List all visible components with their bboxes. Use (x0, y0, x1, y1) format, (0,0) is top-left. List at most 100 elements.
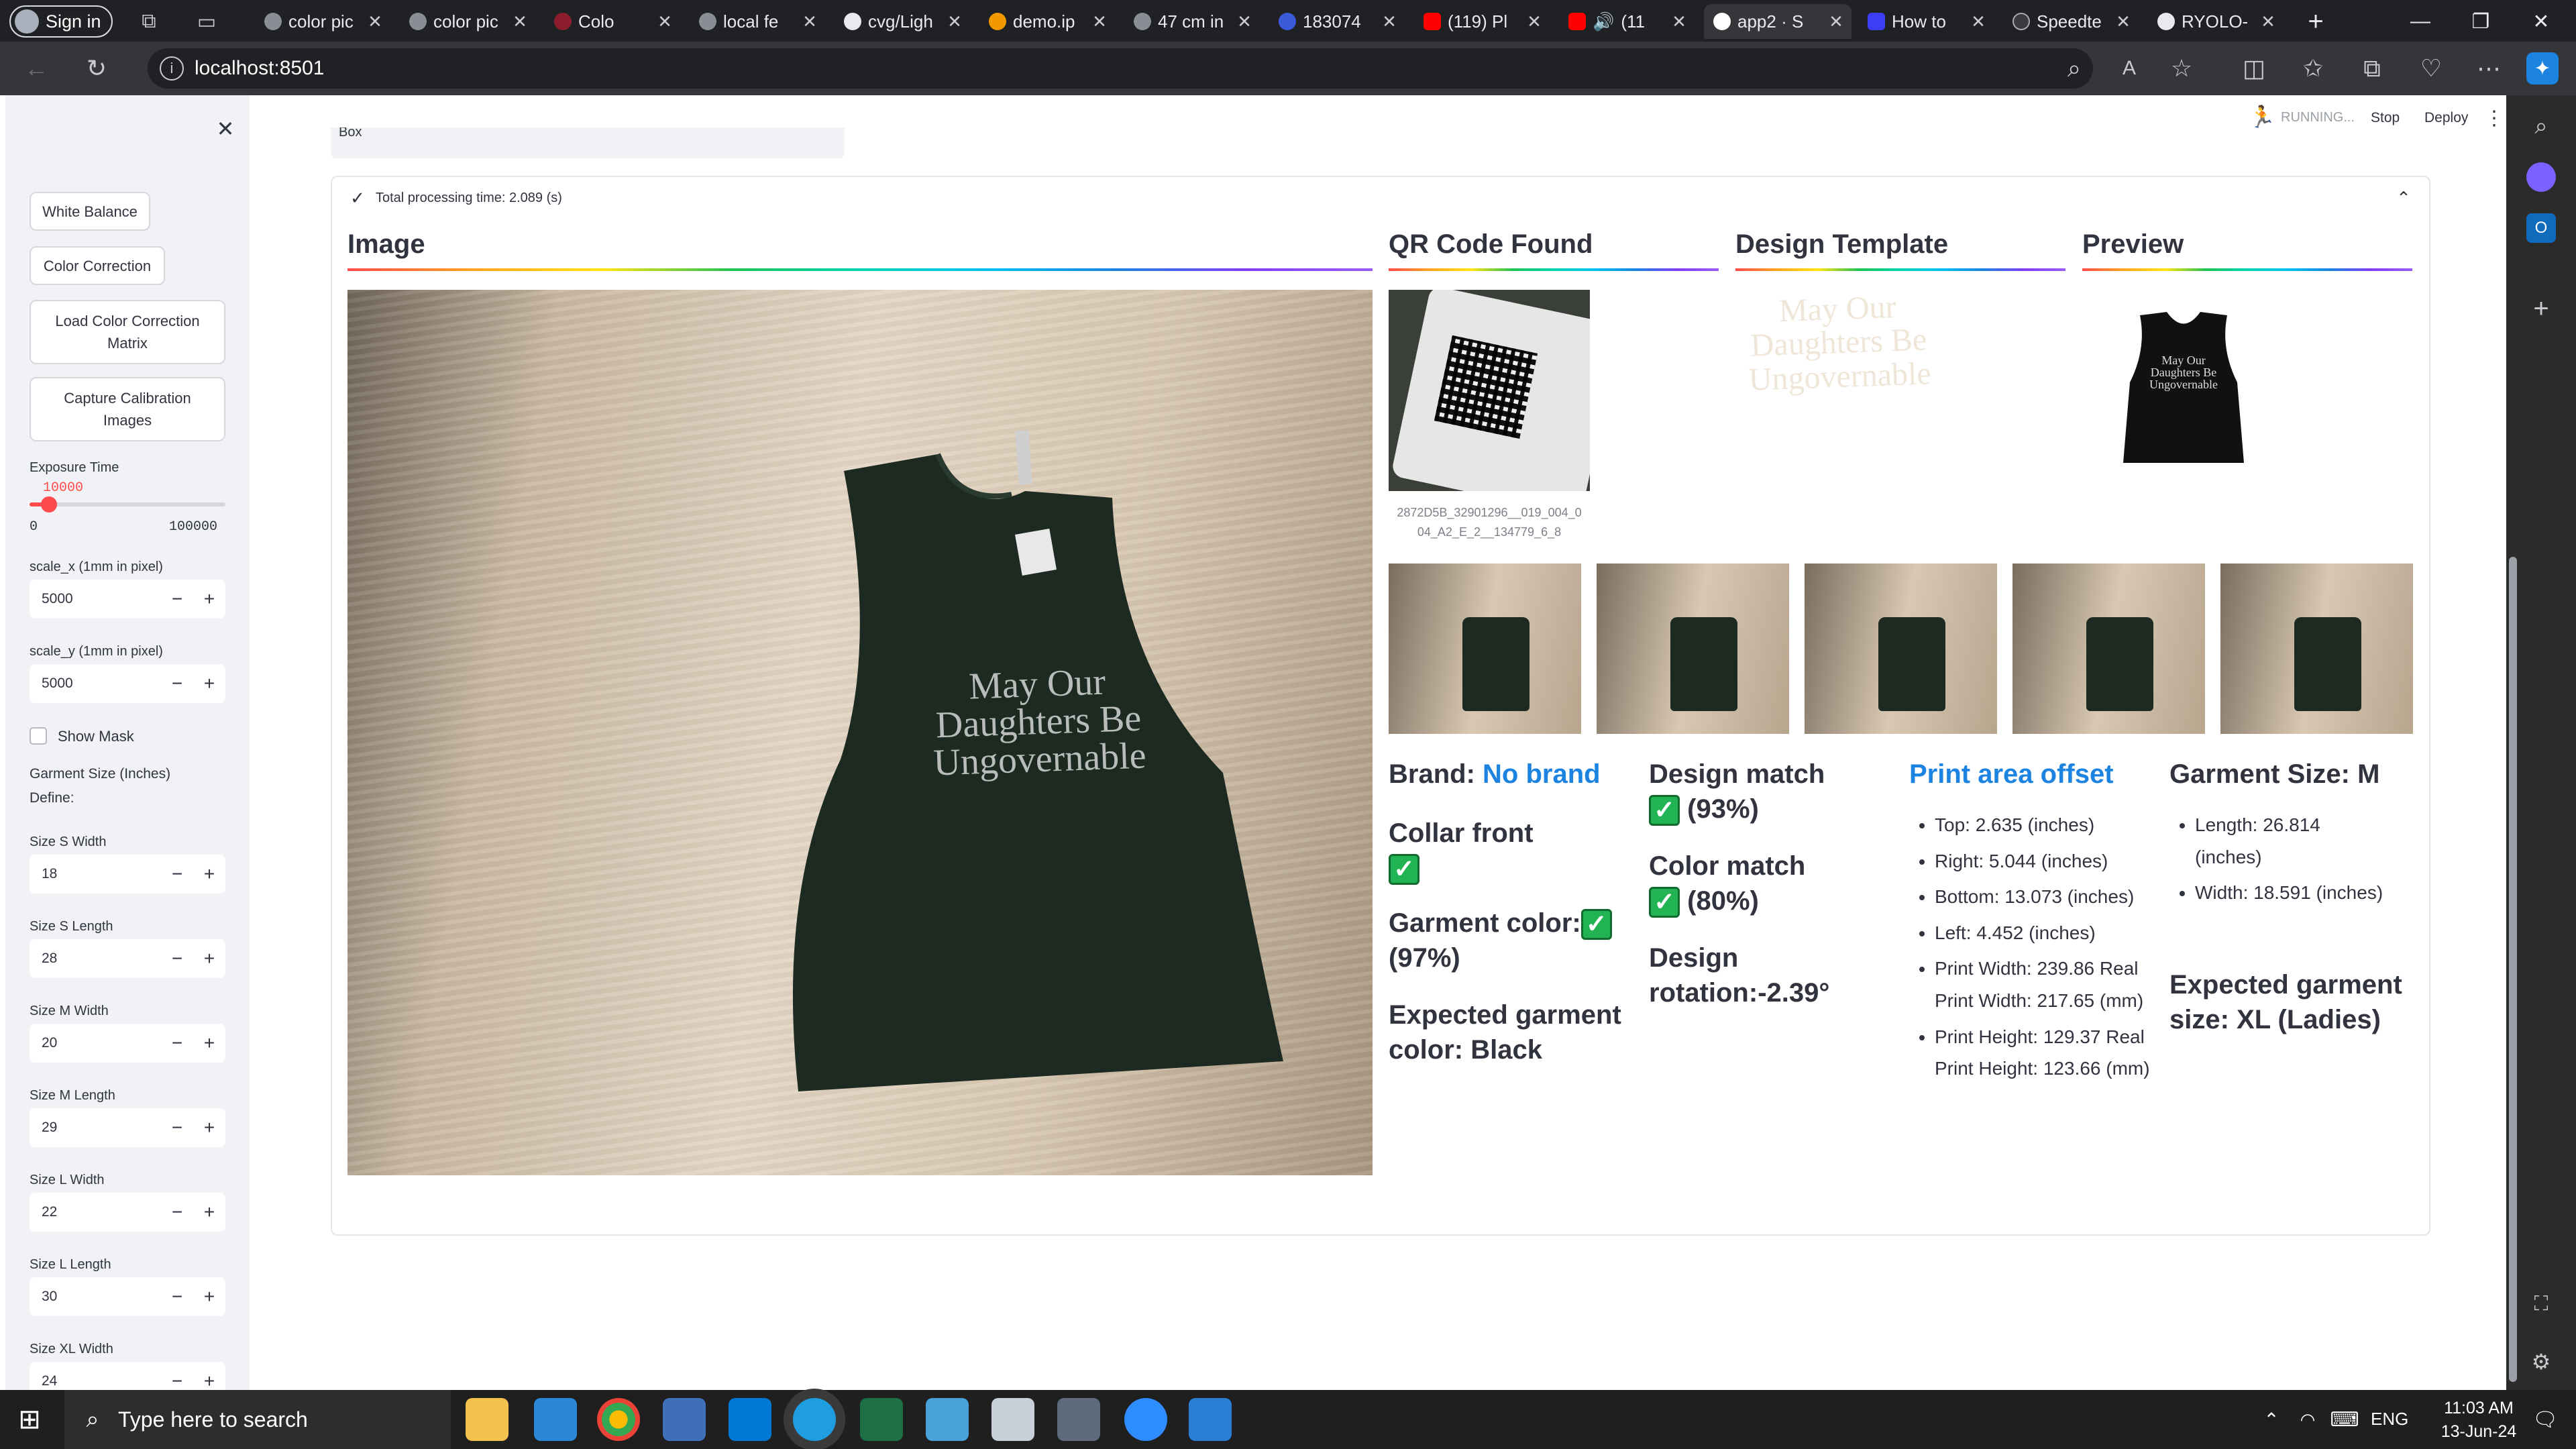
minimize-icon[interactable]: — (2406, 7, 2435, 36)
tab-close-icon[interactable]: ✕ (1236, 11, 1253, 32)
clock[interactable]: 11:03 AM 13-Jun-24 (2435, 1397, 2522, 1444)
increment-icon[interactable]: + (193, 863, 225, 885)
top-input-remnant[interactable]: Box (331, 127, 845, 158)
tab-10[interactable]: 🔊 (11 ✕ (1559, 4, 1695, 39)
screenshot-icon[interactable]: ⛶ (2526, 1289, 2556, 1319)
tab-close-icon[interactable]: ✕ (801, 11, 818, 32)
tab-actions-icon[interactable]: ▭ (192, 7, 221, 36)
tab-2[interactable]: color pic ✕ (400, 4, 535, 39)
copilot-icon[interactable]: ✦ (2526, 52, 2559, 85)
windows-start-icon[interactable]: ⊞ (12, 1402, 47, 1437)
tab-close-icon[interactable]: ✕ (946, 11, 963, 32)
decrement-icon[interactable]: − (161, 1286, 193, 1307)
increment-icon[interactable]: + (193, 1032, 225, 1054)
size-s-width-input[interactable]: 18− + (30, 855, 225, 894)
calculator-icon[interactable] (1057, 1398, 1100, 1441)
audio-playing-icon[interactable]: 🔊 (1593, 11, 1614, 32)
wifi-icon[interactable]: ◠ (2293, 1405, 2322, 1434)
scale-y-input[interactable]: 5000− + (30, 664, 225, 703)
more-menu-icon[interactable]: ⋯ (2473, 52, 2505, 85)
favorite-star-icon[interactable]: ☆ (2165, 52, 2198, 85)
notifications-icon[interactable]: 🗨 (2529, 1405, 2561, 1434)
tab-7[interactable]: 47 cm in ✕ (1124, 4, 1260, 39)
size-m-length-input[interactable]: 29− + (30, 1108, 225, 1147)
white-balance-button[interactable]: White Balance (30, 192, 150, 231)
site-info-icon[interactable]: i (160, 56, 184, 80)
close-window-icon[interactable]: ✕ (2526, 7, 2556, 36)
split-screen-icon[interactable]: ◫ (2238, 52, 2270, 85)
tab-12[interactable]: How to ✕ (1858, 4, 1994, 39)
keyboard-icon[interactable]: ⌨ (2328, 1405, 2361, 1434)
processing-time-status[interactable]: Total processing time: 2.089 (s) (376, 191, 562, 206)
excel-icon[interactable] (860, 1398, 903, 1441)
size-m-length-value[interactable]: 29 (30, 1120, 161, 1136)
paint-icon[interactable] (1189, 1398, 1232, 1441)
increment-icon[interactable]: + (193, 948, 225, 969)
tab-6[interactable]: demo.ip ✕ (979, 4, 1115, 39)
app-icon[interactable] (663, 1398, 706, 1441)
tab-close-icon[interactable]: ✕ (1381, 11, 1398, 32)
tab-close-icon[interactable]: ✕ (1970, 11, 1987, 32)
decrement-icon[interactable]: − (161, 1032, 193, 1054)
tab-close-icon[interactable]: ✕ (656, 11, 674, 32)
size-m-width-value[interactable]: 20 (30, 1035, 161, 1051)
tab-4[interactable]: local fe ✕ (690, 4, 825, 39)
tab-close-icon[interactable]: ✕ (511, 11, 529, 32)
scale-y-value[interactable]: 5000 (30, 676, 161, 692)
tab-close-icon[interactable]: ✕ (1827, 11, 1845, 32)
search-icon[interactable]: ⌕ (2526, 111, 2556, 141)
tab-3[interactable]: Colo ✕ (545, 4, 680, 39)
tab-5[interactable]: cvg/Ligh ✕ (835, 4, 970, 39)
browser-essentials-icon[interactable]: ♡ (2415, 52, 2447, 85)
decrement-icon[interactable]: − (161, 1201, 193, 1223)
tab-14[interactable]: RYOLO- ✕ (2148, 4, 2284, 39)
size-l-width-value[interactable]: 22 (30, 1204, 161, 1220)
signin-button[interactable]: Sign in (9, 5, 113, 38)
favorites-icon[interactable]: ✩ (2297, 52, 2329, 85)
deploy-button[interactable]: Deploy (2424, 110, 2468, 126)
decrement-icon[interactable]: − (161, 863, 193, 885)
tab-close-icon[interactable]: ✕ (1525, 11, 1543, 32)
tab-13[interactable]: Speedte ✕ (2003, 4, 2139, 39)
zoom-icon[interactable]: ⌕ (2058, 52, 2090, 85)
snipping-icon[interactable] (991, 1398, 1034, 1441)
collections-icon[interactable]: ⧉ (2356, 52, 2388, 85)
tab-close-icon[interactable]: ✕ (366, 11, 384, 32)
size-xl-width-value[interactable]: 24 (30, 1373, 161, 1389)
store-icon[interactable] (534, 1398, 577, 1441)
tab-1[interactable]: color pic ✕ (255, 4, 390, 39)
taskbar-search-box[interactable]: ⌕ Type here to search (64, 1390, 451, 1449)
tab-close-icon[interactable]: ✕ (2114, 11, 2132, 32)
exposure-slider-track[interactable] (30, 496, 225, 513)
zoom-app-icon[interactable] (1124, 1398, 1167, 1441)
tab-9[interactable]: (119) Pl ✕ (1414, 4, 1550, 39)
close-sidebar-icon[interactable]: ✕ (207, 110, 244, 148)
refresh-icon[interactable]: ↻ (80, 52, 113, 85)
tab-close-icon[interactable]: ✕ (2259, 11, 2277, 32)
increment-icon[interactable]: + (193, 673, 225, 694)
notes-icon[interactable] (926, 1398, 969, 1441)
outlook-icon[interactable]: O (2526, 213, 2556, 243)
increment-icon[interactable]: + (193, 1117, 225, 1138)
collapse-chevron-icon[interactable]: ⌃ (2392, 186, 2415, 209)
language-indicator[interactable]: ENG (2371, 1409, 2408, 1430)
file-explorer-icon[interactable] (466, 1398, 508, 1441)
size-m-width-input[interactable]: 20− + (30, 1024, 225, 1063)
tab-close-icon[interactable]: ✕ (1670, 11, 1688, 32)
main-menu-icon[interactable]: ⋮ (2484, 106, 2504, 130)
scale-x-input[interactable]: 5000− + (30, 580, 225, 619)
load-color-correction-matrix-button[interactable]: Load Color Correction Matrix (30, 300, 225, 364)
size-s-length-input[interactable]: 28− + (30, 939, 225, 978)
increment-icon[interactable]: + (193, 588, 225, 610)
address-bar[interactable]: i localhost:8501 (148, 48, 2093, 89)
tab-app2-active[interactable]: app2 · S ✕ (1704, 4, 1851, 39)
chrome-icon[interactable] (597, 1398, 640, 1441)
show-mask-checkbox[interactable] (30, 727, 47, 745)
size-l-width-input[interactable]: 22− + (30, 1193, 225, 1232)
copilot-side-icon[interactable] (2526, 162, 2556, 192)
stop-button[interactable]: Stop (2371, 110, 2400, 126)
size-xl-width-input[interactable]: 24− + (30, 1362, 225, 1390)
exposure-slider-thumb[interactable] (41, 496, 58, 513)
settings-gear-icon[interactable]: ⚙ (2526, 1347, 2556, 1377)
increment-icon[interactable]: + (193, 1201, 225, 1223)
